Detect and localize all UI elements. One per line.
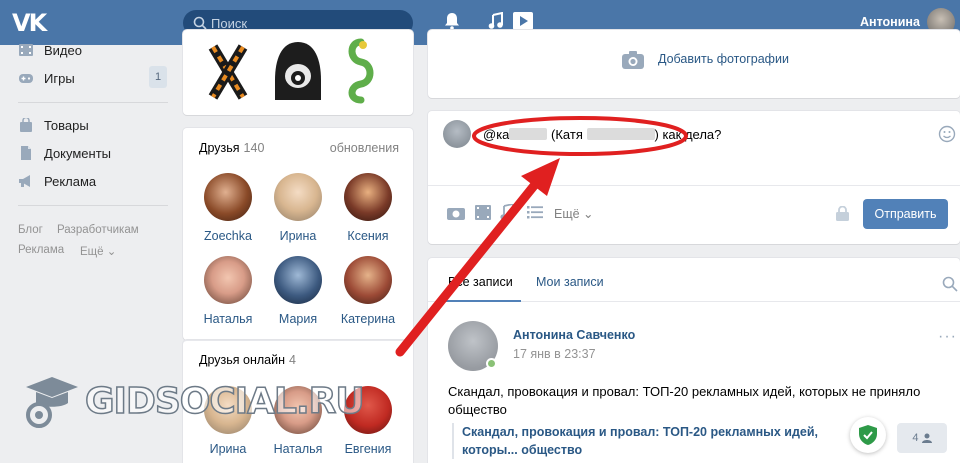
music-icon[interactable] — [500, 204, 514, 220]
send-button[interactable]: Отправить — [863, 199, 948, 229]
menu-item-label: Игры — [44, 70, 75, 86]
list-icon[interactable] — [527, 206, 543, 219]
menu-item-label: Видео — [44, 42, 82, 58]
friend-item[interactable]: Мария — [263, 256, 333, 326]
friend-avatar — [204, 256, 252, 304]
composer-more-button[interactable]: Ещё ⌄ — [554, 206, 594, 221]
friend-item[interactable]: Ксения — [333, 173, 403, 243]
megaphone-icon — [19, 175, 30, 187]
composer-divider — [428, 185, 960, 186]
menu-item-ads[interactable]: Реклама — [18, 171, 96, 191]
shield-icon — [859, 425, 877, 445]
friend-item[interactable]: Наталья — [193, 256, 263, 326]
friends-title[interactable]: Друзья 140 — [199, 141, 264, 155]
friend-item[interactable]: Катерина — [333, 256, 403, 326]
menu-item-goods[interactable]: Товары — [18, 115, 89, 135]
games-badge[interactable]: 1 — [149, 66, 167, 88]
tab-my-posts[interactable]: Мои записи — [536, 275, 604, 289]
friend-avatar — [274, 256, 322, 304]
friends-card: Друзья 140 обновления Zoechka Ирина Ксени… — [183, 128, 413, 340]
views-counter[interactable]: 4 — [897, 423, 947, 453]
security-badge[interactable] — [850, 417, 886, 453]
post-author[interactable]: Антонина Савченко — [513, 328, 635, 342]
search-icon — [193, 16, 207, 30]
footer-link-blog[interactable]: Блог — [18, 224, 43, 236]
bell-icon[interactable] — [444, 12, 460, 30]
more-icon[interactable]: ··· — [938, 328, 957, 346]
green-sticker[interactable] — [341, 38, 381, 104]
footer-link-ads[interactable]: Реклама — [18, 244, 64, 256]
friends-count: 140 — [243, 141, 265, 155]
blurred-text — [586, 128, 655, 140]
smile-icon[interactable] — [938, 125, 956, 143]
menu-item-games[interactable]: Игры — [18, 68, 75, 88]
friend-avatar — [344, 173, 392, 221]
menu-divider — [18, 205, 168, 206]
friends-online-title[interactable]: Друзья онлайн 4 — [199, 353, 296, 367]
stickers-card — [183, 30, 413, 115]
composer-avatar — [443, 120, 471, 148]
composer-text[interactable]: @ка (Катя ) как дела? — [483, 127, 721, 142]
friend-item[interactable]: Ирина — [263, 173, 333, 243]
menu-item-video[interactable]: Видео — [18, 40, 82, 60]
friend-name: Ксения — [347, 229, 389, 243]
friend-name: Ирина — [279, 229, 317, 243]
post-link-quote[interactable]: Скандал, провокация и провал: ТОП-20 рек… — [452, 423, 832, 459]
hood-sticker[interactable] — [271, 40, 325, 102]
play-icon[interactable] — [512, 11, 534, 31]
graduation-cap-icon — [26, 377, 78, 428]
friend-name: Катерина — [340, 312, 396, 326]
gamepad-icon — [19, 74, 33, 83]
active-tab-indicator — [446, 300, 521, 302]
menu-item-label: Реклама — [44, 173, 97, 189]
menu-item-label: Товары — [44, 117, 89, 133]
friend-name: Евгения — [344, 442, 392, 456]
friends-updates-link[interactable]: обновления — [330, 141, 399, 155]
music-icon[interactable] — [488, 12, 504, 30]
person-icon — [921, 433, 932, 443]
post-date[interactable]: 17 янв в 23:37 — [513, 347, 596, 361]
vk-logo[interactable]: VK — [12, 9, 48, 37]
video-icon — [19, 44, 33, 56]
online-indicator — [486, 358, 497, 369]
video-icon[interactable] — [475, 205, 491, 220]
friend-avatar — [344, 256, 392, 304]
friend-item[interactable]: Zoechka — [193, 173, 263, 243]
tab-all-posts[interactable]: Все записи — [448, 275, 513, 289]
friends-online-count: 4 — [289, 353, 296, 367]
menu-item-label: Документы — [44, 145, 112, 161]
blurred-text — [509, 128, 548, 140]
document-icon — [21, 146, 31, 160]
camera-icon[interactable] — [447, 205, 465, 220]
bag-icon — [20, 118, 32, 132]
friend-name: Ирина — [209, 442, 247, 456]
search-icon[interactable] — [942, 276, 958, 292]
watermark-text: GIDSOCIAL.RU — [84, 380, 365, 423]
friend-avatar — [204, 173, 252, 221]
footer-link-more[interactable]: Ещё ⌄ — [80, 244, 116, 258]
footer-link-developers[interactable]: Разработчикам — [57, 224, 139, 236]
friend-name: Мария — [278, 312, 318, 326]
friend-name: Наталья — [203, 312, 253, 326]
camera-icon — [622, 51, 644, 69]
post-text: Скандал, провокация и провал: ТОП-20 рек… — [448, 384, 921, 417]
friend-avatar — [274, 173, 322, 221]
ribbon-sticker[interactable] — [203, 42, 253, 102]
user-name[interactable]: Антонина — [860, 15, 920, 29]
menu-item-documents[interactable]: Документы — [18, 143, 111, 163]
add-photos-label: Добавить фотографии — [658, 52, 789, 66]
lock-icon[interactable] — [836, 206, 849, 221]
friend-name: Наталья — [273, 442, 323, 456]
add-photos-card[interactable]: Добавить фотографии — [428, 30, 960, 98]
friend-name: Zoechka — [204, 229, 252, 243]
menu-divider — [18, 102, 168, 103]
